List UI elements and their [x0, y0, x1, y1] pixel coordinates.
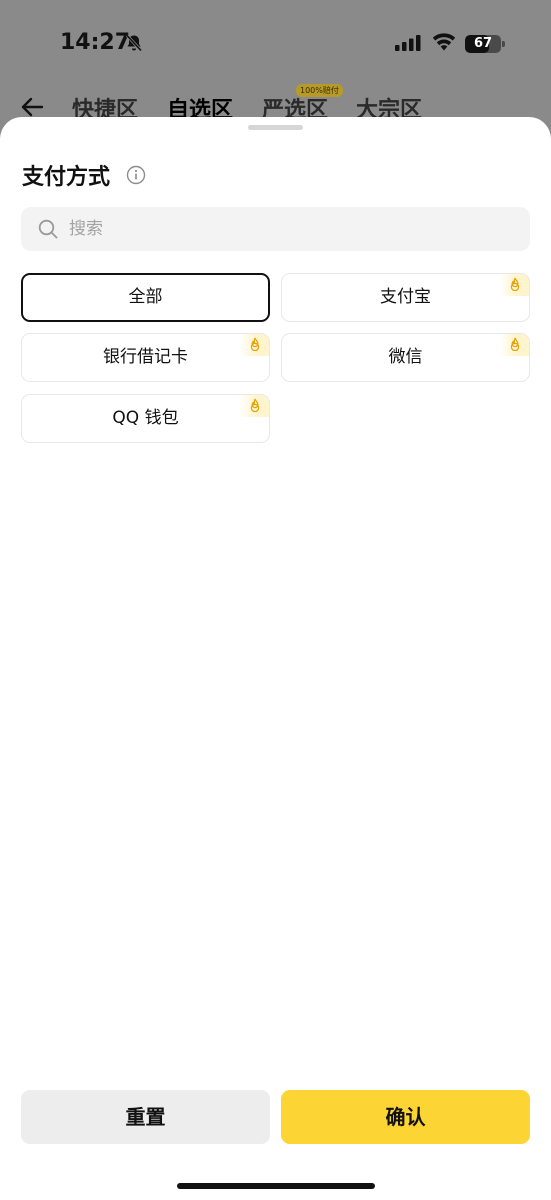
- hot-badge: [239, 395, 269, 417]
- option-label: 微信: [388, 347, 423, 367]
- option-label: 全部: [128, 287, 163, 307]
- arrow-left-icon[interactable]: [20, 96, 44, 118]
- hot-badge: [239, 334, 269, 356]
- reset-button[interactable]: 重置: [21, 1090, 270, 1144]
- flame-icon: [510, 277, 520, 291]
- confirm-button[interactable]: 确认: [281, 1090, 530, 1144]
- option-all[interactable]: 全部: [21, 273, 270, 322]
- sheet-title: 支付方式: [22, 165, 111, 190]
- search-box[interactable]: [21, 207, 530, 251]
- hot-badge: [499, 274, 529, 296]
- search-icon: [38, 219, 58, 239]
- wifi-icon: [432, 33, 456, 51]
- battery-level: 67: [473, 36, 493, 51]
- flame-icon: [510, 337, 520, 351]
- option-label: 银行借记卡: [103, 347, 188, 367]
- option-qq-wallet[interactable]: QQ 钱包: [21, 394, 270, 443]
- battery-nub: [502, 41, 505, 47]
- search-input[interactable]: [69, 207, 509, 251]
- option-bank-debit-card[interactable]: 银行借记卡: [21, 333, 270, 382]
- option-alipay[interactable]: 支付宝: [281, 273, 530, 322]
- bell-slash-icon: [125, 34, 143, 52]
- home-indicator: [177, 1183, 375, 1189]
- flame-icon: [250, 337, 260, 351]
- sheet-grabber[interactable]: [248, 125, 303, 130]
- hot-badge: [499, 334, 529, 356]
- payment-method-sheet: 支付方式 全部 支付宝 银行借记卡: [0, 117, 551, 1200]
- option-label: QQ 钱包: [112, 408, 179, 428]
- signal-icon: [395, 35, 421, 51]
- info-circle-icon[interactable]: [126, 165, 146, 185]
- flame-icon: [250, 398, 260, 412]
- status-time: 14:27: [60, 30, 131, 55]
- battery-icon: 67: [465, 35, 501, 53]
- status-bar: 14:27 67: [0, 0, 551, 90]
- option-label: 支付宝: [380, 287, 431, 307]
- tab-badge: 100%赔付: [296, 84, 343, 97]
- option-wechat[interactable]: 微信: [281, 333, 530, 382]
